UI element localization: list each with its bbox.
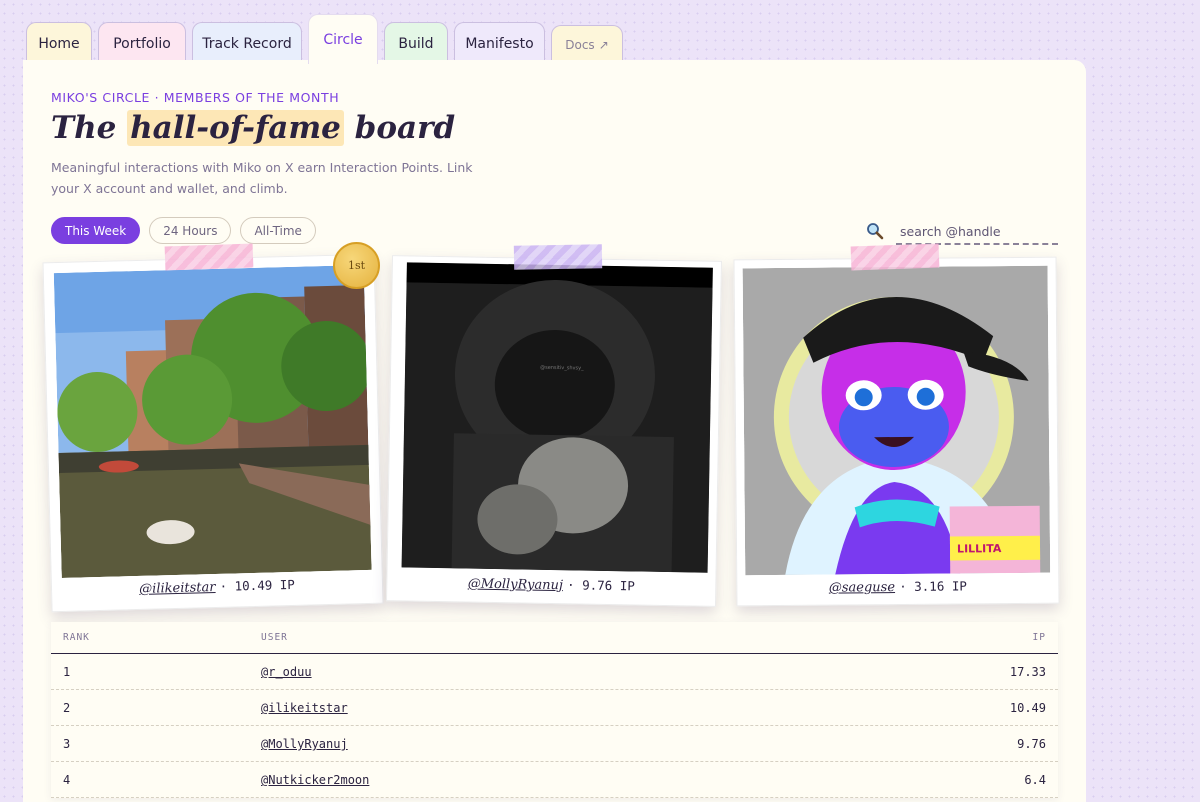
table-row[interactable]: 3 @MollyRyanuj 9.76: [51, 726, 1058, 762]
podium-caption: @ilikeitstar · 10.49 IP: [52, 575, 382, 600]
tab-label: Portfolio: [113, 35, 171, 52]
tab-track-record[interactable]: Track Record: [192, 22, 302, 64]
ip-cell: 10.49: [1009, 701, 1046, 715]
tab-label: Build: [398, 35, 434, 52]
rank-cell: 4: [63, 773, 71, 787]
podium-caption: @saeguse · 3.16 IP: [737, 578, 1058, 597]
tab-portfolio[interactable]: Portfolio: [98, 22, 186, 64]
tab-label: Home: [38, 35, 80, 52]
leaderboard-table: RANK USER IP 1 @r_oduu 17.33 2 @ilikeits…: [51, 622, 1058, 798]
title-highlight: hall-of-fame: [127, 110, 344, 146]
tab-build[interactable]: Build: [384, 22, 448, 64]
eyebrow-label: MIKO'S CIRCLE · MEMBERS OF THE MONTH: [51, 90, 340, 105]
member-handle[interactable]: @saeguse: [829, 580, 895, 596]
user-link[interactable]: @MollyRyanuj: [261, 737, 348, 751]
filter-this-week[interactable]: This Week: [51, 217, 141, 244]
podium-caption: @MollyRyanuj · 9.76 IP: [387, 574, 715, 596]
search-icon[interactable]: [866, 222, 884, 240]
member-handle[interactable]: @ilikeitstar: [139, 580, 216, 597]
filter-all-time[interactable]: All-Time: [240, 217, 316, 244]
rank-cell: 3: [63, 737, 71, 751]
tape-decoration: [850, 243, 940, 271]
external-link-icon: ↗: [598, 38, 609, 52]
member-photo-canal: [53, 264, 372, 579]
tab-manifesto[interactable]: Manifesto: [454, 22, 545, 64]
user-link[interactable]: @r_oduu: [261, 665, 312, 679]
ip-cell: 9.76: [1017, 737, 1046, 751]
member-photo-hooded-boxer: @sensitiv_shvsy_: [401, 262, 713, 573]
tape-decoration: [164, 243, 254, 271]
filter-24-hours[interactable]: 24 Hours: [149, 217, 232, 244]
header-ip: IP: [1032, 632, 1046, 643]
title-pre: The: [51, 110, 128, 146]
member-points: · 3.16 IP: [899, 578, 967, 594]
bag-sign-text: LILLITA: [956, 542, 1002, 556]
rank-cell: 1: [63, 665, 71, 679]
tab-label: Docs: [565, 38, 595, 52]
tab-label: Track Record: [202, 35, 292, 52]
ip-cell: 6.4: [1024, 773, 1046, 787]
tab-docs[interactable]: Docs ↗: [551, 25, 623, 64]
page-title: The hall-of-fame board: [51, 110, 455, 146]
photo-watermark: @sensitiv_shvsy_: [540, 364, 584, 372]
table-header: RANK USER IP: [51, 622, 1058, 654]
podium-card-third[interactable]: LILLITA @saeguse · 3.16 IP: [733, 256, 1060, 607]
time-filters: This Week 24 Hours All-Time: [51, 217, 316, 244]
table-row[interactable]: 1 @r_oduu 17.33: [51, 654, 1058, 690]
member-handle[interactable]: @MollyRyanuj: [468, 577, 563, 594]
rank-cell: 2: [63, 701, 71, 715]
search-box: [866, 219, 1058, 245]
header-rank: RANK: [63, 632, 90, 643]
first-place-medal: 1st: [333, 242, 380, 289]
header-user: USER: [261, 632, 288, 643]
table-row[interactable]: 4 @Nutkicker2moon 6.4: [51, 762, 1058, 798]
podium-card-first[interactable]: @ilikeitstar · 10.49 IP: [42, 253, 384, 613]
user-link[interactable]: @ilikeitstar: [261, 701, 348, 715]
tab-label: Manifesto: [465, 35, 534, 52]
page-subtitle: Meaningful interactions with Miko on X e…: [51, 160, 473, 196]
member-points: · 10.49 IP: [219, 576, 296, 594]
member-photo-anime-character: LILLITA: [742, 265, 1051, 576]
tab-label: Circle: [323, 31, 363, 48]
podium-card-second[interactable]: @sensitiv_shvsy_ @MollyRyanuj · 9.76 IP: [386, 255, 722, 607]
table-row[interactable]: 2 @ilikeitstar 10.49: [51, 690, 1058, 726]
tape-decoration: [513, 244, 603, 270]
member-points: · 9.76 IP: [567, 577, 635, 594]
title-post: board: [343, 110, 456, 146]
user-link[interactable]: @Nutkicker2moon: [261, 773, 369, 787]
search-input[interactable]: [896, 219, 1058, 245]
tab-home[interactable]: Home: [26, 22, 92, 64]
tab-circle[interactable]: Circle: [308, 14, 378, 64]
ip-cell: 17.33: [1009, 665, 1046, 679]
